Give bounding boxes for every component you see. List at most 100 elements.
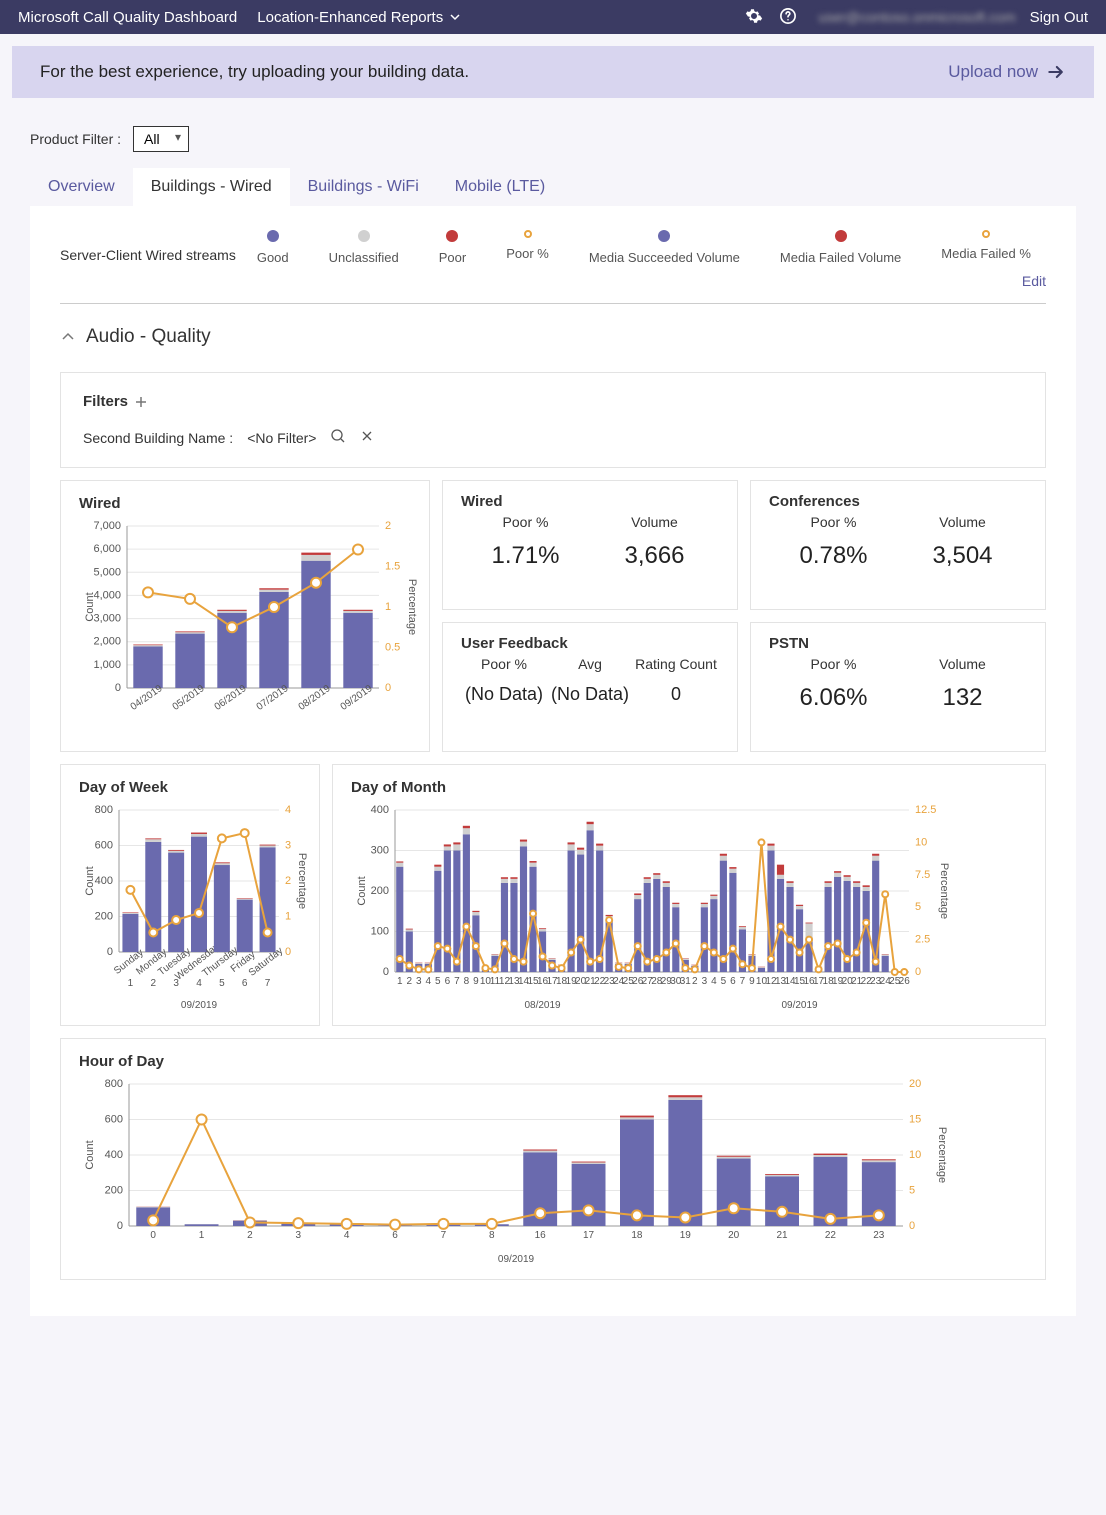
svg-text:8: 8 <box>489 1230 495 1241</box>
arrow-right-icon <box>1046 62 1066 82</box>
svg-text:Count: Count <box>84 1140 96 1169</box>
svg-text:2: 2 <box>406 976 412 987</box>
svg-text:Count: Count <box>356 876 368 905</box>
tab-buildings-wifi[interactable]: Buildings - WiFi <box>290 168 437 206</box>
stat-label: Volume <box>590 514 719 530</box>
section-header[interactable]: Audio - Quality <box>60 326 1046 348</box>
svg-text:17: 17 <box>583 1230 595 1241</box>
tab-buildings-wired[interactable]: Buildings - Wired <box>133 168 290 206</box>
svg-text:7.5: 7.5 <box>915 869 930 881</box>
svg-text:0: 0 <box>383 966 389 978</box>
chart-wired-month: Wired 01,0002,0003,0004,0005,0006,0007,0… <box>60 480 430 752</box>
legend-item: Media Failed Volume <box>780 230 901 265</box>
stat-label: Volume <box>898 656 1027 672</box>
app-header: Microsoft Call Quality Dashboard Locatio… <box>0 0 1106 34</box>
svg-text:9: 9 <box>473 976 479 987</box>
svg-text:4,000: 4,000 <box>93 589 121 601</box>
edit-link[interactable]: Edit <box>60 273 1046 289</box>
stat-value: 3,666 <box>590 542 719 570</box>
svg-text:15: 15 <box>909 1114 921 1126</box>
product-filter-select[interactable]: All <box>133 126 189 152</box>
legend-dot-icon <box>982 230 990 238</box>
svg-text:5: 5 <box>721 976 727 987</box>
svg-text:6,000: 6,000 <box>93 543 121 555</box>
svg-text:23: 23 <box>873 1230 885 1241</box>
stat-feedback: User Feedback Poor %(No Data) Avg(No Dat… <box>442 622 738 752</box>
svg-text:6: 6 <box>392 1230 398 1241</box>
svg-text:800: 800 <box>95 804 113 816</box>
svg-text:21: 21 <box>777 1230 789 1241</box>
stat-title: Conferences <box>769 493 1027 510</box>
svg-text:16: 16 <box>535 1230 547 1241</box>
svg-text:4: 4 <box>344 1230 350 1241</box>
legend-item: Media Failed % <box>941 230 1031 265</box>
user-email: user@contoso.onmicrosoft.com <box>819 9 1016 25</box>
svg-text:3,000: 3,000 <box>93 613 121 625</box>
svg-text:2: 2 <box>692 976 698 987</box>
stat-value: 1.71% <box>461 542 590 570</box>
stat-conferences: Conferences Poor %0.78% Volume3,504 <box>750 480 1046 610</box>
close-icon[interactable] <box>360 429 374 446</box>
sign-out-link[interactable]: Sign Out <box>1030 9 1088 26</box>
svg-text:7: 7 <box>265 978 271 989</box>
gear-icon[interactable] <box>745 7 763 28</box>
legend-item: Media Succeeded Volume <box>589 230 740 265</box>
legend-dot-icon <box>446 230 458 242</box>
search-icon[interactable] <box>330 428 346 447</box>
legend-label: Unclassified <box>329 250 399 265</box>
svg-text:5,000: 5,000 <box>93 566 121 578</box>
svg-text:08/2019: 08/2019 <box>524 1000 561 1011</box>
legend-dot-icon <box>524 230 532 238</box>
svg-text:2: 2 <box>285 875 291 887</box>
svg-text:0: 0 <box>117 1220 123 1232</box>
legend-dot-icon <box>267 230 279 242</box>
stat-title: Wired <box>461 493 719 510</box>
svg-text:1: 1 <box>199 1230 205 1241</box>
legend-label: Media Failed Volume <box>780 250 901 265</box>
svg-text:Percentage: Percentage <box>406 579 418 635</box>
svg-text:12.5: 12.5 <box>915 804 936 816</box>
svg-text:2: 2 <box>247 1230 253 1241</box>
tab-overview[interactable]: Overview <box>30 168 133 206</box>
svg-text:09/2019: 09/2019 <box>498 1254 535 1265</box>
help-icon[interactable] <box>779 7 797 28</box>
legend-label: Server-Client Wired streams <box>60 247 236 265</box>
svg-text:1,000: 1,000 <box>93 659 121 671</box>
svg-text:200: 200 <box>95 911 113 923</box>
svg-text:7: 7 <box>454 976 460 987</box>
svg-text:9: 9 <box>749 976 755 987</box>
chevron-up-icon <box>60 329 76 345</box>
tab-mobile-lte-[interactable]: Mobile (LTE) <box>437 168 563 206</box>
legend-label: Media Failed % <box>941 246 1031 261</box>
svg-text:2: 2 <box>385 520 391 532</box>
filter-row-value: <No Filter> <box>247 430 316 446</box>
legend-label: Poor <box>439 250 466 265</box>
stat-value: 6.06% <box>769 684 898 712</box>
svg-text:31: 31 <box>680 976 692 987</box>
svg-text:18: 18 <box>631 1230 643 1241</box>
stat-title: PSTN <box>769 635 1027 652</box>
legend-row: Server-Client Wired streams Good Unclassi… <box>60 230 1046 265</box>
upload-now-link[interactable]: Upload now <box>948 62 1066 82</box>
svg-text:200: 200 <box>105 1185 123 1197</box>
stat-value: (No Data) <box>461 684 547 705</box>
upload-now-label: Upload now <box>948 62 1038 82</box>
chart-title: Hour of Day <box>79 1053 1027 1070</box>
svg-text:300: 300 <box>371 845 389 857</box>
svg-text:Count: Count <box>84 866 96 895</box>
svg-text:200: 200 <box>371 885 389 897</box>
report-dropdown-label: Location-Enhanced Reports <box>257 9 443 26</box>
svg-text:20: 20 <box>909 1078 921 1090</box>
svg-text:20: 20 <box>728 1230 740 1241</box>
plus-icon[interactable] <box>134 395 148 409</box>
svg-text:6: 6 <box>242 978 248 989</box>
report-dropdown[interactable]: Location-Enhanced Reports <box>257 9 461 26</box>
svg-text:400: 400 <box>105 1149 123 1161</box>
svg-text:1: 1 <box>397 976 403 987</box>
svg-text:5: 5 <box>909 1185 915 1197</box>
stat-value: (No Data) <box>547 684 633 705</box>
svg-text:0: 0 <box>150 1230 156 1241</box>
legend-item: Good <box>257 230 289 265</box>
svg-text:6: 6 <box>730 976 736 987</box>
svg-text:0: 0 <box>915 966 921 978</box>
